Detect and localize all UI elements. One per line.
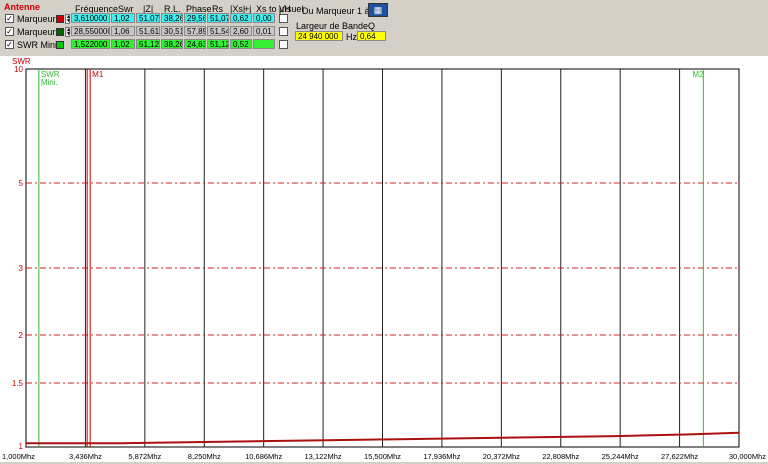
y-tick-label: 5 [19,179,24,188]
y-tick-label: 1.5 [12,379,24,388]
row-swr-value: 1,02 [111,39,135,49]
row-checkbox[interactable]: ✓ [5,27,14,36]
row-phase-value: 57,89 [184,26,206,36]
marker-label: M1 [92,70,104,79]
x-tick-label: 13,122Mhz [305,452,342,461]
row-freq-field[interactable]: 1,522000 [71,39,110,49]
row-uh-value: 0,01 [253,26,275,36]
row-color-swatch[interactable] [56,41,64,49]
x-tick-label: 20,372Mhz [483,452,520,461]
y-tick-label: 10 [14,65,23,74]
row-label: SWR Mini. [17,40,60,50]
row-visual-checkbox[interactable] [279,40,288,49]
q-label: Q [368,21,376,31]
row-uh-value [253,39,275,49]
row-visual-checkbox[interactable] [279,14,288,23]
x-tick-label: 1,000Mhz [2,452,35,461]
y-tick-label: 3 [19,264,24,273]
row-rl-value: 38,26 [161,13,183,23]
x-tick-label: 5,872Mhz [128,452,161,461]
x-tick-label: 8,250Mhz [188,452,221,461]
row-phase-value: 24,63 [184,39,206,49]
row-rl-value: 30,51 [161,26,183,36]
bandwidth-value: 24 940 000 [295,31,343,41]
row-z-value: 51,61 [136,26,160,36]
swr-chart-svg: SWR1,000Mhz 3,436Mhz 5,872Mhz 8,250Mhz 10,68… [2,57,766,461]
y-tick-label: 1 [19,442,24,451]
row-color-swatch[interactable] [56,15,64,23]
row-z-value: 51,07 [136,13,160,23]
row-visual-checkbox[interactable] [279,27,288,36]
header-visuel: Visuel [279,4,304,14]
marker-label: M2 [692,70,704,79]
x-tick-label: 27,622Mhz [661,452,698,461]
row-rs-value: 51,07 [207,13,229,23]
row-checkbox[interactable]: ✓ [5,40,14,49]
bandwidth-unit: Hz [346,32,357,42]
row-uh-value: 0,00 [253,13,275,23]
y-tick-label: 2 [19,331,24,340]
calculator-icon[interactable]: ▦ [368,3,388,17]
control-panel: Antenne Fréquence Swr |Z| R.L. Phase Rs … [0,0,768,56]
row-swr-value: 1,06 [111,26,135,36]
x-tick-label: 30,000Mhz [729,452,766,461]
bandwidth-label: Largeur de Bande [296,21,369,31]
row-xs-value: 0,52 [230,39,252,49]
x-tick-label: 3,436Mhz [69,452,102,461]
marker-sublabel: Mini. [41,78,58,87]
row-z-value: 51,12 [136,39,160,49]
row-checkbox[interactable]: ✓ [5,14,14,23]
row-freq-field[interactable]: 28,550000 [71,26,110,36]
x-tick-label: 17,936Mhz [423,452,460,461]
x-tick-label: 10,686Mhz [245,452,282,461]
row-swr-value: 1,02 [111,13,135,23]
row-rs-value: 51,54 [207,26,229,36]
row-rl-value: 38,26 [161,39,183,49]
row-spinner[interactable]: ▲ ▼ [65,14,71,24]
row-phase-value: 29,56 [184,13,206,23]
x-tick-label: 15,500Mhz [364,452,401,461]
row-color-swatch[interactable] [56,28,64,36]
row-xs-value: 0,62 [230,13,252,23]
x-tick-label: 22,808Mhz [542,452,579,461]
section-title: Antenne [4,2,40,12]
marker-range-title: Du Marqueur 1 à 2 [302,6,378,16]
row-rs-value: 51,12 [207,39,229,49]
row-xs-value: 2,60 [230,26,252,36]
swr-chart: SWR 1,000Mhz 3,436Mhz 5,872Mhz 8,250Mhz 10,68… [0,56,768,462]
q-value: 0,64 [357,31,386,41]
row-spinner[interactable]: ▲ ▼ [65,27,71,37]
x-tick-label: 25,244Mhz [602,452,639,461]
row-freq-field[interactable]: 3,610000 [71,13,110,23]
